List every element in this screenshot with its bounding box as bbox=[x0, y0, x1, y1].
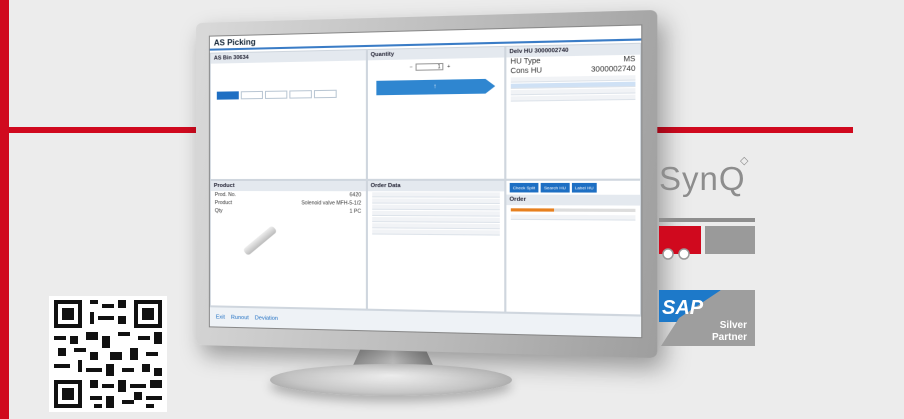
order-progress-bar bbox=[511, 208, 636, 212]
table-row[interactable] bbox=[511, 214, 636, 220]
order-data-panel-title: Order Data bbox=[367, 180, 504, 191]
deviation-link[interactable]: Deviation bbox=[255, 315, 278, 322]
search-hu-button[interactable]: Search HU bbox=[541, 182, 570, 192]
plus-icon[interactable]: + bbox=[447, 63, 450, 69]
svg-text:SAP: SAP bbox=[662, 297, 704, 319]
order-table bbox=[506, 214, 640, 220]
check-split-button[interactable]: Check Split bbox=[509, 182, 538, 192]
bin-slot[interactable] bbox=[265, 91, 287, 99]
cons-hu-label: Cons HU bbox=[511, 67, 542, 75]
order-data-panel: Order Data bbox=[366, 179, 505, 312]
qr-code[interactable] bbox=[49, 296, 167, 412]
prod-no-value: 6420 bbox=[350, 192, 362, 198]
sap-silver-partner-logo: SAP Silver Partner bbox=[659, 290, 755, 346]
delivery-table bbox=[506, 75, 640, 102]
product-panel-title: Product bbox=[211, 180, 366, 190]
exit-link[interactable]: Exit bbox=[216, 314, 225, 320]
quantity-input[interactable]: 1 bbox=[416, 63, 444, 71]
list-item bbox=[372, 192, 500, 197]
list-item bbox=[372, 204, 500, 210]
quantity-panel: Quantity − 1 + ↑ bbox=[366, 46, 505, 179]
list-item bbox=[372, 210, 500, 216]
qty-label: Qty bbox=[215, 208, 223, 214]
sap-silver-text: Silver bbox=[720, 320, 747, 331]
product-value: Solenoid valve MFH-5-1/2 bbox=[301, 200, 361, 206]
delivery-buttons: Check Split Search HU Label HU bbox=[506, 180, 640, 194]
product-label: Product bbox=[215, 200, 232, 206]
red-line-left bbox=[9, 127, 209, 133]
hu-type-value: MS bbox=[623, 56, 635, 64]
monitor: AS Picking AS Bin 30634 Quantity − 1 + ↑… bbox=[196, 10, 657, 358]
runout-link[interactable]: Runout bbox=[231, 314, 249, 320]
table-row[interactable] bbox=[511, 95, 636, 102]
diamond-icon: ◇ bbox=[740, 154, 748, 167]
cons-hu-value: 3000002740 bbox=[591, 65, 635, 73]
minus-icon[interactable]: − bbox=[410, 64, 413, 70]
list-item bbox=[372, 223, 500, 229]
list-item bbox=[372, 229, 500, 235]
label-hu-button[interactable]: Label HU bbox=[571, 182, 597, 192]
monitor-stand-base bbox=[270, 364, 512, 396]
order-panel-title: Order bbox=[506, 194, 640, 205]
order-panel: Check Split Search HU Label HU Order bbox=[505, 179, 641, 315]
hu-type-label: HU Type bbox=[511, 58, 541, 66]
screen-grid: AS Bin 30634 Quantity − 1 + ↑ Delv HU 30… bbox=[210, 43, 641, 316]
red-side-bar bbox=[0, 0, 9, 419]
quantity-panel-title: Quantity bbox=[367, 47, 504, 60]
product-panel: Product Prod. No. 6420 Product Solenoid … bbox=[210, 179, 367, 309]
qty-value: 1 PC bbox=[350, 208, 362, 214]
qty-row: Qty 1 PC bbox=[211, 207, 366, 216]
bin-slot[interactable] bbox=[314, 90, 337, 99]
list-item bbox=[372, 216, 500, 222]
confirm-arrow-button[interactable]: ↑ bbox=[376, 79, 495, 96]
sap-partner-text: Partner bbox=[712, 332, 747, 343]
bin-slot[interactable] bbox=[241, 91, 263, 99]
bin-slot[interactable] bbox=[217, 91, 239, 99]
product-image bbox=[243, 225, 278, 256]
truck-logo bbox=[659, 218, 755, 260]
delivery-panel: Delv HU 3000002740 HU Type MS Cons HU 30… bbox=[505, 43, 641, 180]
quantity-stepper[interactable]: − 1 + bbox=[410, 63, 451, 71]
list-item bbox=[372, 198, 500, 204]
bin-slot[interactable] bbox=[289, 90, 312, 98]
monitor-screen: AS Picking AS Bin 30634 Quantity − 1 + ↑… bbox=[209, 24, 642, 338]
bin-panel-title: AS Bin 30634 bbox=[211, 50, 366, 64]
bin-slots bbox=[217, 90, 337, 100]
prod-no-label: Prod. No. bbox=[215, 192, 236, 198]
bin-panel: AS Bin 30634 bbox=[210, 49, 367, 179]
synq-logo: SynQ bbox=[659, 160, 746, 198]
order-data-list bbox=[367, 192, 504, 235]
